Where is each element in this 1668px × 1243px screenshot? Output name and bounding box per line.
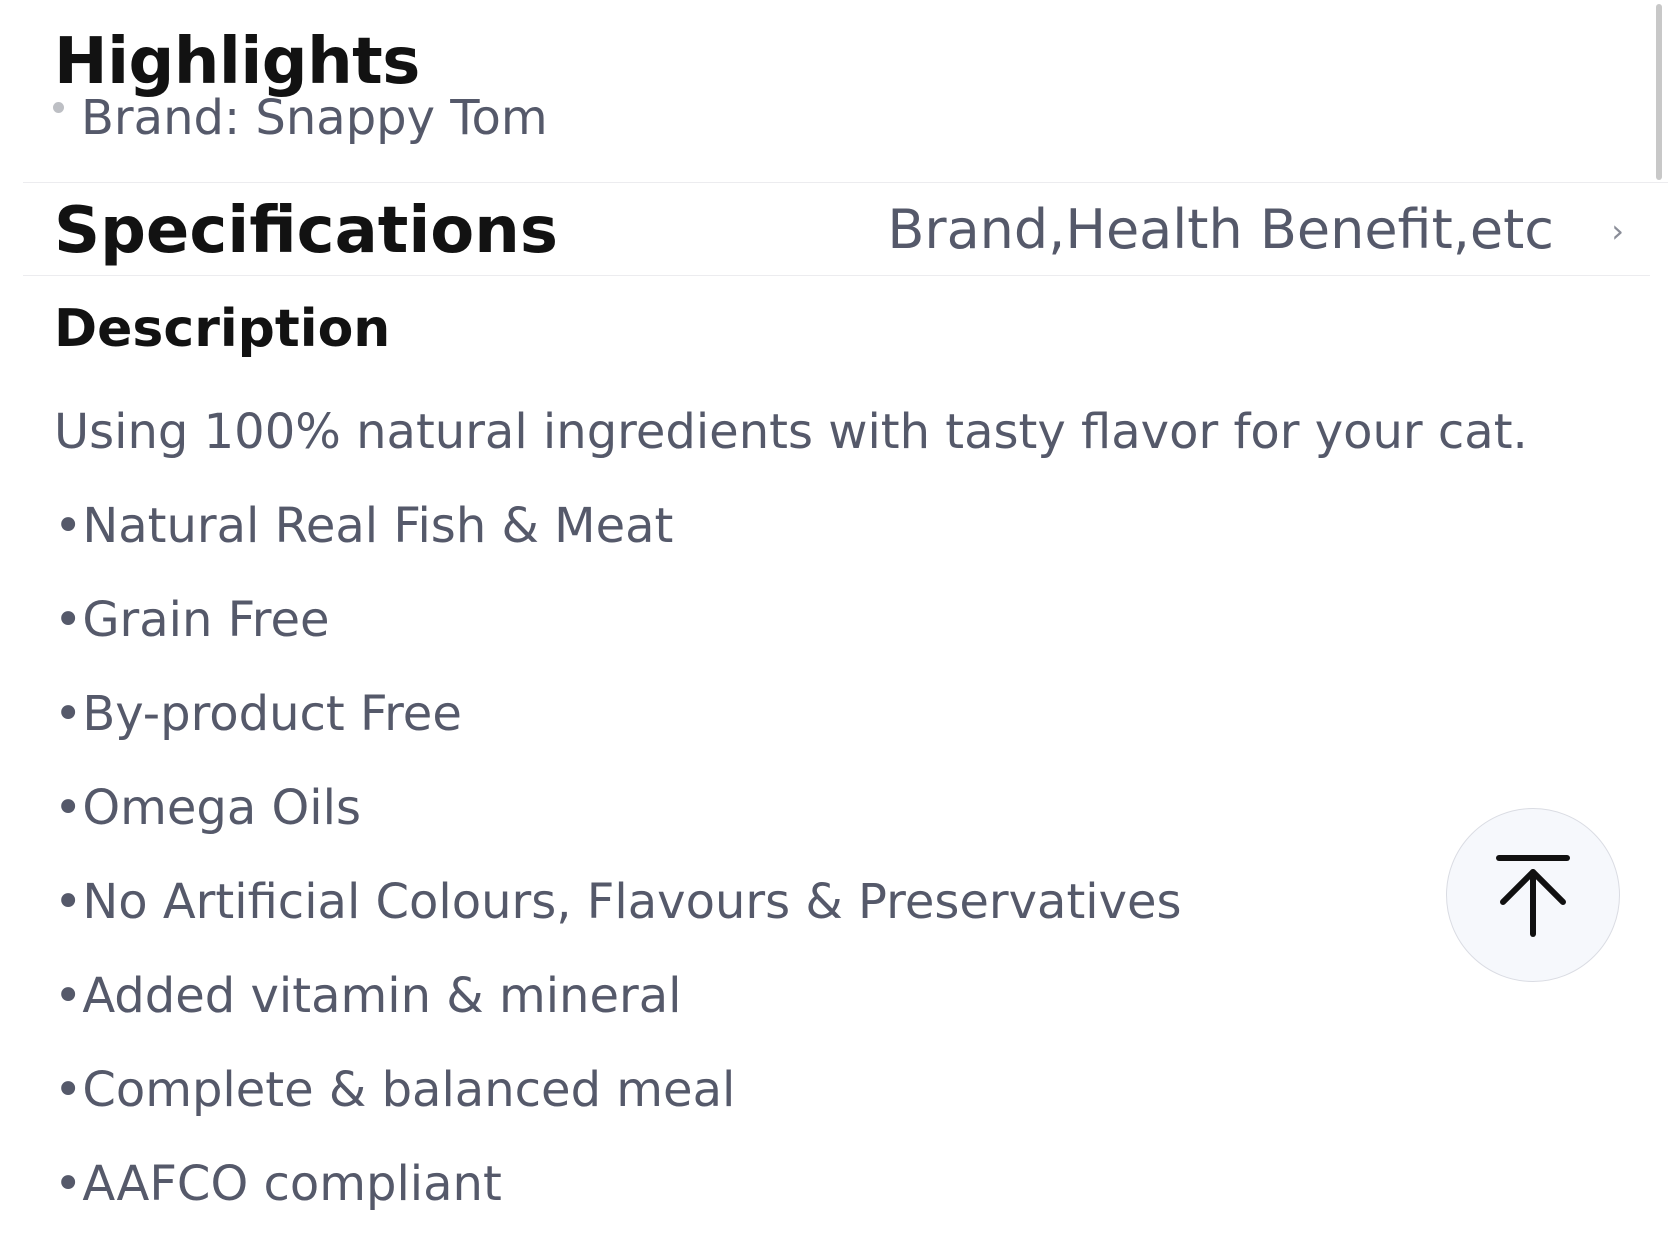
highlights-section: Highlights Brand: Snappy Tom [23, 0, 1668, 183]
specifications-title: Specifications [54, 194, 558, 268]
description-intro: Using 100% natural ingredients with tast… [54, 404, 1528, 460]
specifications-summary: Brand,Health Benefit,etc [887, 198, 1554, 261]
specifications-row[interactable]: Specifications Brand,Health Benefit,etc … [23, 183, 1650, 276]
product-details-page: Highlights Brand: Snappy Tom Specificati… [0, 0, 1668, 1243]
list-item: •Grain Free [54, 592, 330, 648]
highlight-item-brand: Brand: Snappy Tom [81, 90, 548, 146]
list-item: •No Artificial Colours, Flavours & Prese… [54, 874, 1182, 930]
arrow-up-to-line-icon [1496, 855, 1570, 937]
description-title: Description [54, 299, 391, 359]
list-item: •Added vitamin & mineral [54, 968, 682, 1024]
scrollbar[interactable] [1656, 4, 1662, 180]
list-item: •By-product Free [54, 686, 462, 742]
chevron-right-icon: › [1611, 212, 1624, 250]
list-item: •Complete & balanced meal [54, 1062, 736, 1118]
back-to-top-button[interactable] [1446, 808, 1620, 982]
bullet-dot-icon [53, 102, 64, 113]
description-feature-list: •Natural Real Fish & Meat •Grain Free •B… [54, 494, 1182, 1243]
list-item: •AAFCO compliant [54, 1156, 502, 1212]
list-item: •Natural Real Fish & Meat [54, 498, 674, 554]
list-item: •Omega Oils [54, 780, 361, 836]
